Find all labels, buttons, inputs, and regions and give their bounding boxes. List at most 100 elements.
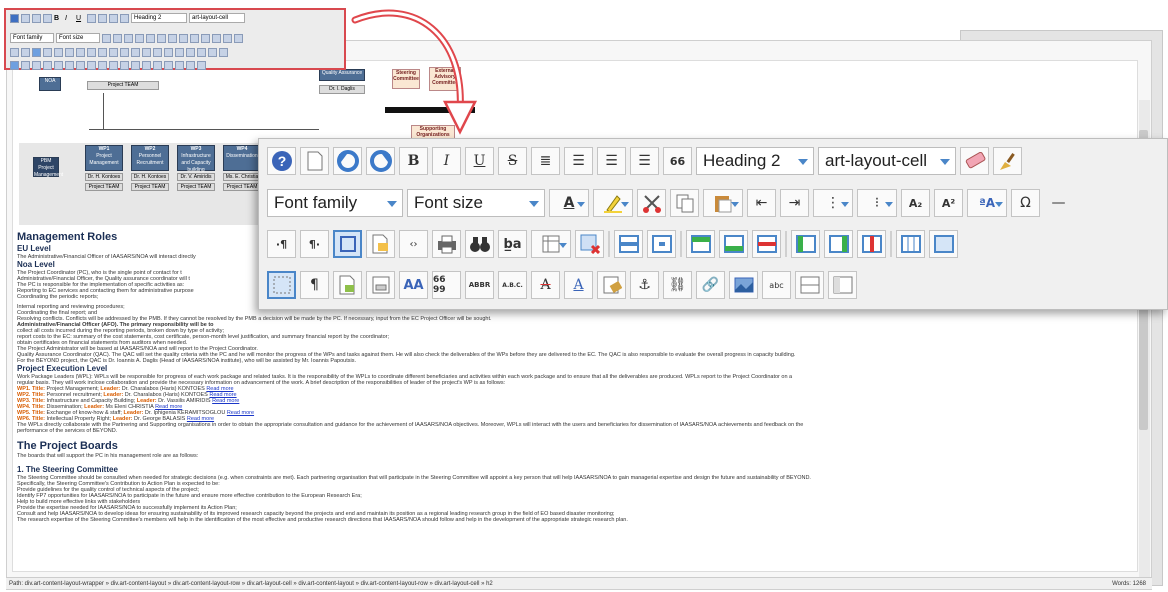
anchor-icon[interactable]: ⚓ [630, 271, 659, 299]
rtl-icon[interactable] [21, 47, 30, 57]
redo-icon[interactable] [366, 147, 395, 175]
code-icon[interactable] [54, 47, 63, 57]
link-icon[interactable] [153, 60, 162, 70]
image-icon[interactable] [729, 271, 758, 299]
delete-col-icon[interactable] [857, 230, 886, 258]
mini-font-family[interactable]: Font family [10, 33, 54, 43]
mini-style-select[interactable]: art-layout-cell [189, 13, 245, 23]
horizontal-line-icon[interactable] [795, 271, 824, 299]
fullscreen-icon[interactable] [32, 47, 41, 57]
ltr-button[interactable]: ·¶ [267, 230, 296, 258]
bold-icon[interactable]: B [54, 15, 63, 22]
layer-icon[interactable] [366, 271, 395, 299]
underline-button[interactable]: U [465, 147, 494, 175]
unlink-icon[interactable] [142, 60, 151, 70]
insert-template-icon[interactable] [366, 230, 395, 258]
paragraph-icon[interactable] [21, 60, 30, 70]
font-color-icon[interactable] [102, 33, 111, 43]
style-class-select[interactable]: art-layout-cell [818, 147, 956, 175]
copy-icon[interactable] [135, 33, 144, 43]
mini-block-format[interactable]: Heading 2 [131, 13, 187, 23]
row-props-icon[interactable] [614, 230, 643, 258]
align-icon[interactable] [98, 13, 107, 23]
ins-icon[interactable] [109, 60, 118, 70]
row-insert-icon[interactable] [142, 47, 151, 57]
del-icon[interactable] [98, 60, 107, 70]
insert-col-before-icon[interactable] [791, 230, 820, 258]
image-icon[interactable] [164, 60, 173, 70]
numbered-list-icon[interactable]: ⋮ [813, 189, 853, 217]
deletion-button[interactable]: A [531, 271, 560, 299]
case-icon[interactable] [223, 33, 232, 43]
cite-button[interactable]: 66 99 [432, 271, 461, 299]
copy-icon[interactable] [670, 189, 699, 217]
merge-cells-icon[interactable] [929, 230, 958, 258]
font-color-button[interactable]: A [549, 189, 589, 217]
omega-icon[interactable] [234, 33, 243, 43]
cleanup-brush-icon[interactable] [993, 147, 1022, 175]
ltr-icon[interactable] [10, 47, 19, 57]
insert-table-icon[interactable] [531, 230, 571, 258]
abbr-button[interactable]: ABBR [465, 271, 494, 299]
cell-props-icon[interactable] [647, 230, 676, 258]
mini-font-size[interactable]: Font size [56, 33, 100, 43]
change-case-button[interactable]: ªA [967, 189, 1007, 217]
paste-icon[interactable] [146, 33, 155, 43]
special-char-button[interactable]: Ω [1011, 189, 1040, 217]
split-icon[interactable] [219, 47, 228, 57]
visual-aid-icon[interactable] [267, 271, 296, 299]
subscript-button[interactable]: A₂ [901, 189, 930, 217]
new-doc-icon[interactable] [21, 13, 30, 23]
ordered-list-icon[interactable] [179, 33, 188, 43]
print-icon[interactable] [432, 230, 461, 258]
fullscreen-icon[interactable] [333, 230, 362, 258]
new-document-icon[interactable] [300, 147, 329, 175]
eraser-icon[interactable] [960, 147, 989, 175]
bullet-list-icon[interactable]: ⁝ [857, 189, 897, 217]
styles-button[interactable]: AA [399, 271, 428, 299]
insert-row-before-icon[interactable] [686, 230, 715, 258]
row-delete-icon[interactable] [164, 47, 173, 57]
bullet-list-icon[interactable] [190, 33, 199, 43]
italic-button[interactable]: I [432, 147, 461, 175]
row-icon[interactable] [131, 47, 140, 57]
acronym-icon[interactable] [87, 60, 96, 70]
abbr-icon[interactable] [76, 60, 85, 70]
insert-row-after-icon[interactable] [719, 230, 748, 258]
insert-col-after-icon[interactable] [824, 230, 853, 258]
cell-icon[interactable] [208, 47, 217, 57]
styles-icon[interactable] [54, 60, 63, 70]
superscript-button[interactable]: A² [934, 189, 963, 217]
cut-icon[interactable] [637, 189, 666, 217]
html-code-icon[interactable]: ‹› [399, 230, 428, 258]
replace-icon[interactable] [87, 47, 96, 57]
align-left-icon[interactable]: ☰ [597, 147, 626, 175]
redo-icon[interactable] [43, 13, 52, 23]
hr-icon[interactable] [186, 60, 195, 70]
rtl-button[interactable]: ¶· [300, 230, 329, 258]
undo-icon[interactable] [333, 147, 362, 175]
insertion-button[interactable]: A [564, 271, 593, 299]
delete-row-icon[interactable] [752, 230, 781, 258]
indent-icon[interactable] [168, 33, 177, 43]
cite-icon[interactable] [65, 60, 74, 70]
highlight-icon[interactable] [113, 33, 122, 43]
page-break-icon[interactable] [197, 60, 206, 70]
col-insert-icon[interactable] [175, 47, 184, 57]
doc-icon[interactable] [32, 60, 41, 70]
font-size-select[interactable]: Font size [407, 189, 545, 217]
visual-aid-icon[interactable] [10, 60, 19, 70]
align-icon[interactable] [120, 13, 129, 23]
print-icon[interactable] [65, 47, 74, 57]
cut-icon[interactable] [124, 33, 133, 43]
align-right-icon[interactable]: ☰ [630, 147, 659, 175]
col-delete-icon[interactable] [197, 47, 206, 57]
attribs-icon[interactable] [120, 60, 129, 70]
delete-table-icon[interactable] [575, 230, 604, 258]
link-icon[interactable]: 🔗 [696, 271, 725, 299]
anchor-icon[interactable] [131, 60, 140, 70]
horizontal-rule-icon[interactable]: — [1044, 189, 1073, 217]
font-family-select[interactable]: Font family [267, 189, 403, 217]
justify-full-icon[interactable]: ≣ [531, 147, 560, 175]
align-icon[interactable] [109, 13, 118, 23]
